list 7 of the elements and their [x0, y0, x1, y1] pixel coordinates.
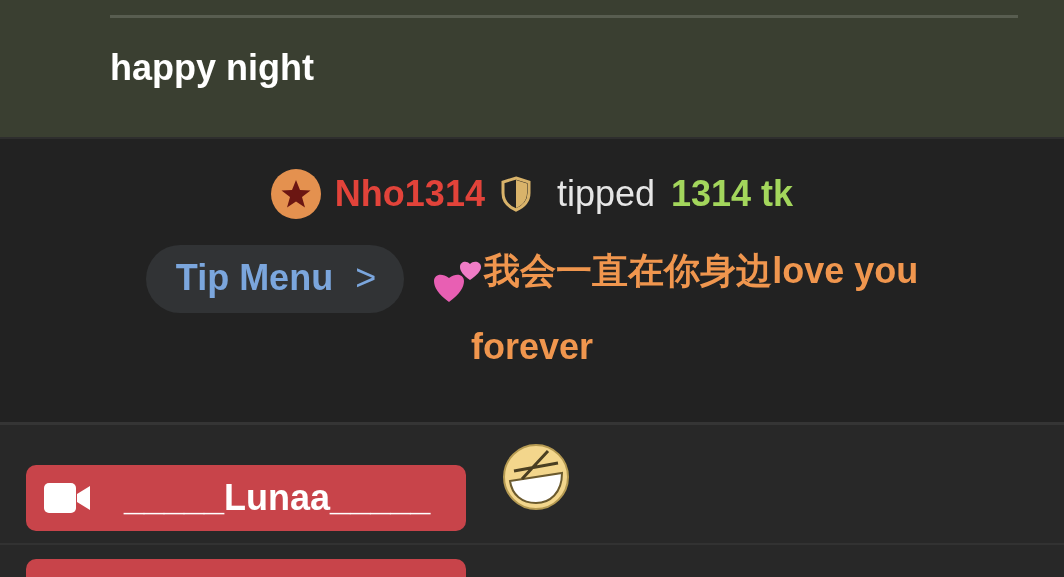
chat-message: 我会一直在你身边love you forever [470, 250, 919, 367]
username-button[interactable]: _____Lunaa_____ [26, 465, 466, 531]
tip-amount: 1314 tk [671, 172, 794, 216]
tip-menu-button[interactable]: Tip Menu > [145, 244, 405, 313]
tip-text: tipped [556, 172, 656, 216]
message-text: happy night [110, 48, 314, 88]
username[interactable]: Nho1314 [334, 172, 485, 216]
